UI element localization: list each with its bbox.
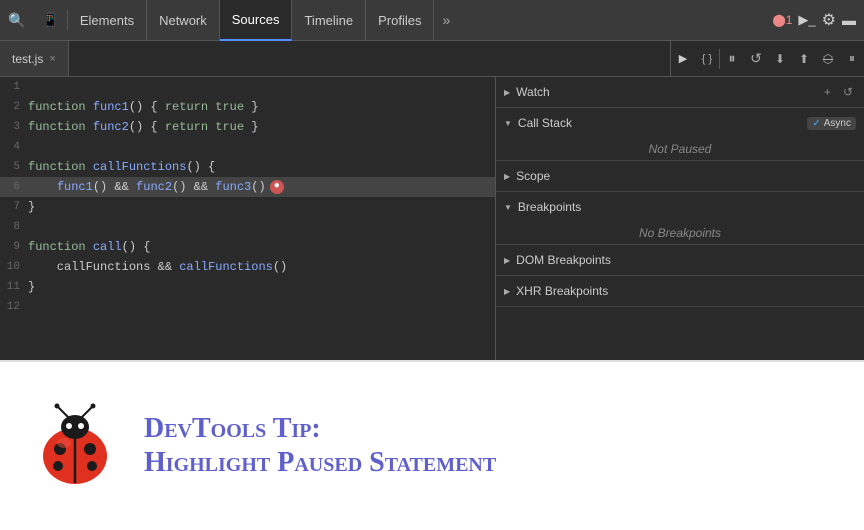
code-line-6: 6 func1() && func2() && func3()●: [0, 177, 495, 197]
search-icon[interactable]: 🔍: [0, 12, 33, 29]
more-tabs-icon[interactable]: »: [434, 12, 458, 28]
code-line-2: 2function func1() { return true }: [0, 97, 495, 117]
triangle-icon: ▶: [504, 172, 510, 181]
section-breakpoints: ▼ Breakpoints No Breakpoints: [496, 192, 864, 245]
code-line-8: 8: [0, 217, 495, 237]
dock-icon[interactable]: ▬: [842, 12, 856, 28]
right-panel: ▶Watch+↺▼Call Stack✓AsyncNot Paused▶Scop…: [496, 77, 864, 360]
main-area: 12function func1() { return true }3funct…: [0, 77, 864, 360]
section-action-btn-0[interactable]: +: [821, 85, 834, 99]
code-line-4: 4: [0, 137, 495, 157]
terminal-icon[interactable]: ▶_: [798, 12, 815, 28]
debug-format-btn[interactable]: { }: [695, 47, 719, 71]
devtools-toolbar: 🔍 📱 Elements Network Sources Timeline Pr…: [0, 0, 864, 41]
tip-label: DevTools Tip:: [144, 412, 496, 446]
section-label: DOM Breakpoints: [516, 253, 611, 267]
pause-btn[interactable]: ⏸: [720, 47, 744, 71]
section-watch: ▶Watch+↺: [496, 77, 864, 108]
triangle-icon: ▶: [504, 287, 510, 296]
section-header-scope[interactable]: ▶ Scope: [496, 161, 864, 191]
section-call-stack: ▼ Call Stack ✓ Async Not Paused: [496, 108, 864, 161]
debug-run-btn[interactable]: ▶: [671, 47, 695, 71]
triangle-icon: ▼: [504, 203, 512, 212]
code-line-9: 9function call() {: [0, 237, 495, 257]
step-out-btn[interactable]: ⬆: [792, 47, 816, 71]
file-tabbar: test.js × ▶ { } ⏸ ↻ ⬇ ⬆ ⬡ ⏸: [0, 41, 864, 77]
mobile-icon[interactable]: 📱: [33, 12, 66, 29]
code-line-3: 3function func2() { return true }: [0, 117, 495, 137]
section-actions: +↺: [821, 85, 856, 99]
section-header-xhr-breakpoints[interactable]: ▶ XHR Breakpoints: [496, 276, 864, 306]
triangle-icon: ▼: [504, 119, 512, 128]
section-label: Scope: [516, 169, 550, 183]
code-panel: 12function func1() { return true }3funct…: [0, 77, 496, 360]
section-label: Watch: [516, 85, 550, 99]
section-label: Breakpoints: [518, 200, 581, 214]
file-tab-close[interactable]: ×: [49, 53, 55, 65]
ladybug-icon: [30, 401, 120, 491]
tab-sources[interactable]: Sources: [220, 0, 293, 41]
section-body-breakpoints: No Breakpoints: [496, 222, 864, 244]
code-line-11: 11}: [0, 277, 495, 297]
check-icon: ✓: [812, 118, 820, 129]
code-line-12: 12: [0, 297, 495, 317]
section-header-breakpoints[interactable]: ▼ Breakpoints: [496, 192, 864, 222]
async-badge[interactable]: ✓ Async: [807, 117, 856, 130]
section-label: Call Stack: [518, 116, 572, 130]
code-line-7: 7}: [0, 197, 495, 217]
error-badge: ⬤1: [772, 13, 792, 27]
debug-controls: ▶ { } ⏸ ↻ ⬇ ⬆ ⬡ ⏸: [670, 41, 864, 76]
file-tab-testjs[interactable]: test.js ×: [0, 41, 69, 76]
async-label: Async: [824, 118, 851, 129]
error-indicator: ●: [270, 180, 284, 194]
file-tab-name: test.js: [12, 52, 43, 66]
section-scope: ▶ Scope: [496, 161, 864, 192]
code-line-10: 10 callFunctions && callFunctions(): [0, 257, 495, 277]
code-content: 12function func1() { return true }3funct…: [0, 77, 495, 317]
step-over-btn[interactable]: ↻: [744, 47, 768, 71]
pause-exception-btn[interactable]: ⏸: [840, 47, 864, 71]
section-action-btn-1[interactable]: ↺: [840, 85, 856, 99]
section-header-watch[interactable]: ▶Watch+↺: [496, 77, 864, 107]
triangle-icon: ▶: [504, 256, 510, 265]
section-label: XHR Breakpoints: [516, 284, 608, 298]
settings-icon[interactable]: ⚙: [822, 10, 836, 30]
deactivate-btn[interactable]: ⬡: [816, 47, 840, 71]
code-line-5: 5function callFunctions() {: [0, 157, 495, 177]
tab-timeline[interactable]: Timeline: [292, 0, 366, 41]
section-header-call-stack[interactable]: ▼ Call Stack ✓ Async: [496, 108, 864, 138]
tab-elements[interactable]: Elements: [68, 0, 147, 41]
tip-area: DevTools Tip: Highlight Paused Statement: [0, 360, 864, 530]
section-dom-breakpoints: ▶ DOM Breakpoints: [496, 245, 864, 276]
tip-title: Highlight Paused Statement: [144, 446, 496, 480]
section-body-call-stack: Not Paused: [496, 138, 864, 160]
tab-profiles[interactable]: Profiles: [366, 0, 434, 41]
section-xhr-breakpoints: ▶ XHR Breakpoints: [496, 276, 864, 307]
toolbar-right: ⬤1 ▶_ ⚙ ▬: [772, 10, 864, 30]
tip-text: DevTools Tip: Highlight Paused Statement: [144, 412, 496, 479]
section-header-dom-breakpoints[interactable]: ▶ DOM Breakpoints: [496, 245, 864, 275]
triangle-icon: ▶: [504, 88, 510, 97]
tab-network[interactable]: Network: [147, 0, 220, 41]
step-into-btn[interactable]: ⬇: [768, 47, 792, 71]
code-line-1: 1: [0, 77, 495, 97]
